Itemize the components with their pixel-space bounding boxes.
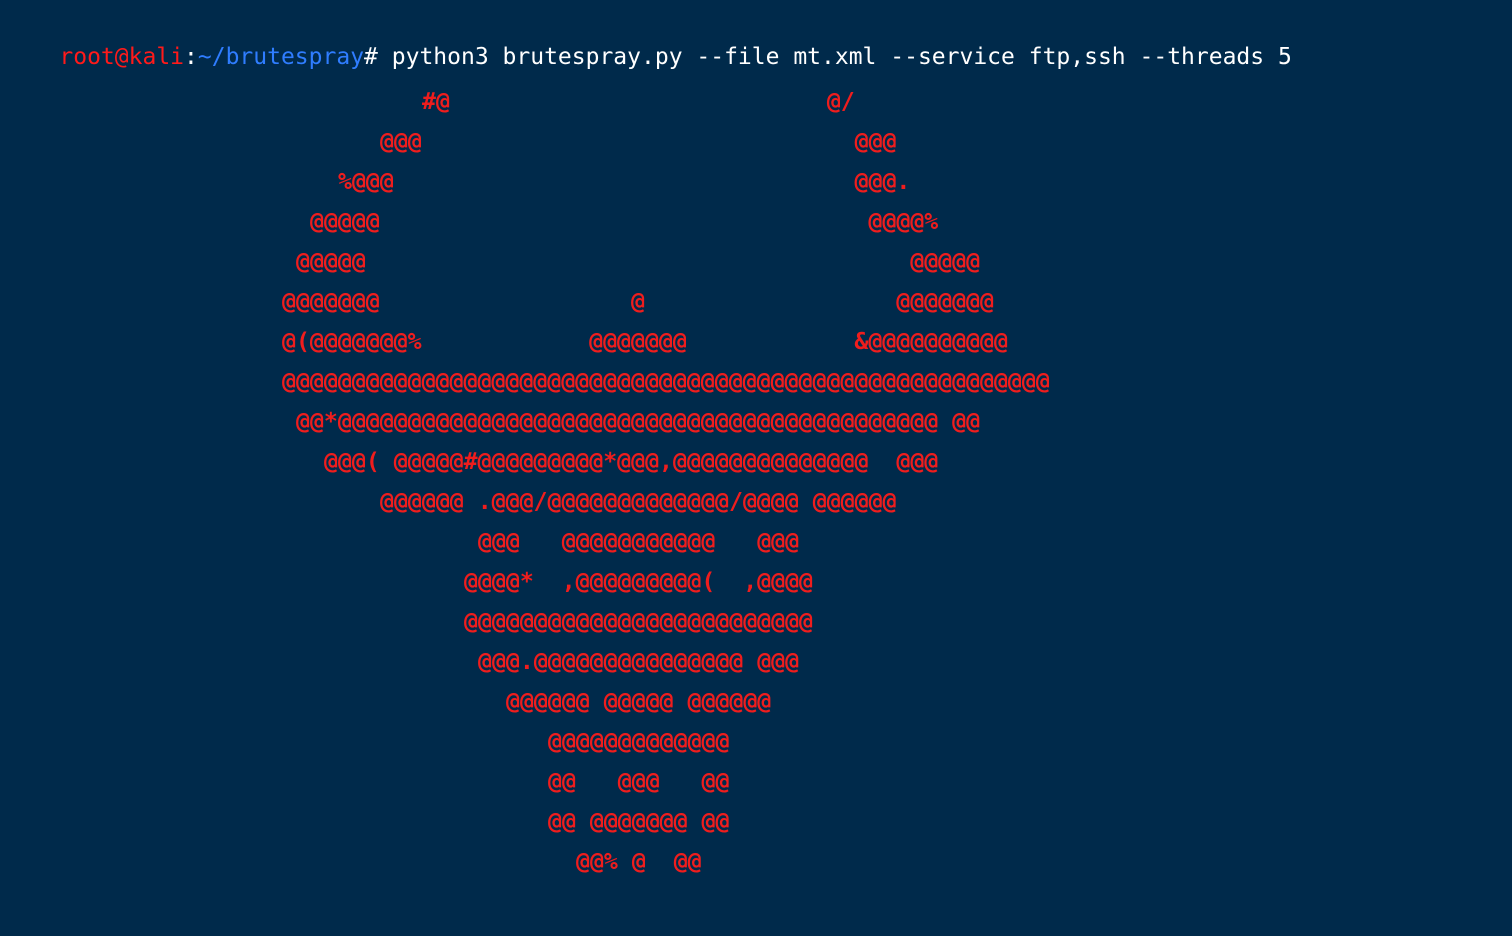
banner-line: @@@ @@@@@@@@@@@ @@@ bbox=[478, 528, 800, 555]
banner-line: @(@@@@@@@% @@@@@@@ &@@@@@@@@@@ bbox=[282, 328, 1008, 355]
banner-line: @@@@@@ .@@@/@@@@@@@@@@@@@/@@@@ @@@@@@ bbox=[380, 488, 897, 515]
banner-line: @@@( @@@@@#@@@@@@@@@*@@@,@@@@@@@@@@@@@@ … bbox=[324, 448, 939, 475]
banner-line: @@% @ @@ bbox=[576, 848, 702, 875]
banner-line: #@ @/ bbox=[422, 88, 855, 115]
banner-line: @@@@@@@@@@@@@@@@@@@@@@@@@ bbox=[464, 608, 814, 635]
banner-line: @@@@* ,@@@@@@@@@( ,@@@@ bbox=[464, 568, 814, 595]
banner-line: @@*@@@@@@@@@@@@@@@@@@@@@@@@@@@@@@@@@@@@@… bbox=[296, 408, 981, 435]
banner-line: @@@@@@@@@@@@@ bbox=[548, 728, 730, 755]
ascii-art-banner: #@ @/ @@@ @@@ %@@@ @@@. @@@@@ @@@@% @@@@… bbox=[0, 0, 1512, 936]
banner-line: @@@@@ @@@@@ bbox=[296, 248, 981, 275]
banner-line: @@@@@ @@@@% bbox=[310, 208, 939, 235]
banner-line: %@@@ @@@. bbox=[338, 168, 911, 195]
banner-line: @@@ @@@ bbox=[380, 128, 897, 155]
banner-line: @@ @@@@@@@ @@ bbox=[548, 808, 730, 835]
banner-line: @@@.@@@@@@@@@@@@@@@ @@@ bbox=[478, 648, 800, 675]
banner-line: @@@@@@@@@@@@@@@@@@@@@@@@@@@@@@@@@@@@@@@@… bbox=[282, 368, 1050, 395]
terminal-window[interactable]: root@kali:~/brutespray# python3 brutespr… bbox=[0, 0, 1512, 936]
banner-line: @@@@@@@ @ @@@@@@@ bbox=[282, 288, 994, 315]
banner-line: @@ @@@ @@ bbox=[548, 768, 730, 795]
banner-line: @@@@@@ @@@@@ @@@@@@ bbox=[506, 688, 772, 715]
